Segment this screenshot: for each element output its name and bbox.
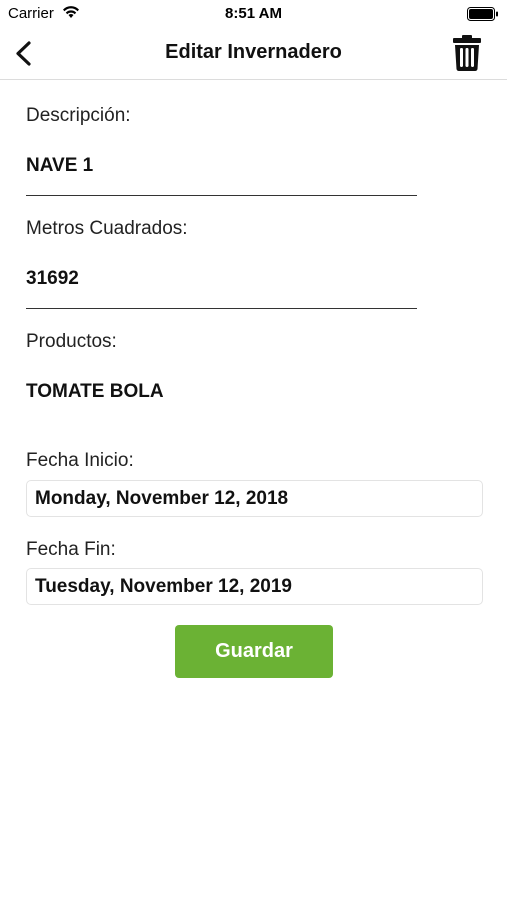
descripcion-label: Descripción:	[26, 105, 131, 126]
status-bar: Carrier 8:51 AM	[0, 0, 507, 28]
status-time: 8:51 AM	[225, 5, 282, 22]
edit-greenhouse-screen: Carrier 8:51 AM Editar Invernadero Descr…	[0, 0, 507, 900]
fecha-fin-label: Fecha Fin:	[26, 539, 116, 560]
descripcion-field[interactable]: NAVE 1	[26, 155, 93, 177]
fecha-inicio-label: Fecha Inicio:	[26, 450, 134, 471]
battery-icon	[467, 7, 499, 25]
delete-button[interactable]	[451, 34, 483, 72]
fecha-fin-value: Tuesday, November 12, 2019	[35, 576, 292, 597]
navigation-bar: Editar Invernadero	[0, 28, 507, 80]
fecha-inicio-picker[interactable]: Monday, November 12, 2018	[26, 480, 483, 517]
trash-icon	[453, 35, 481, 72]
page-title: Editar Invernadero	[165, 41, 342, 63]
fecha-fin-picker[interactable]: Tuesday, November 12, 2019	[26, 568, 483, 605]
fecha-inicio-value: Monday, November 12, 2018	[35, 488, 289, 509]
metros-underline	[26, 308, 417, 309]
metros-label: Metros Cuadrados:	[26, 218, 188, 239]
save-button[interactable]: Guardar	[175, 625, 333, 678]
productos-field[interactable]: TOMATE BOLA	[26, 381, 164, 403]
metros-field[interactable]: 31692	[26, 268, 79, 290]
descripcion-underline	[26, 195, 417, 196]
productos-label: Productos:	[26, 331, 117, 352]
